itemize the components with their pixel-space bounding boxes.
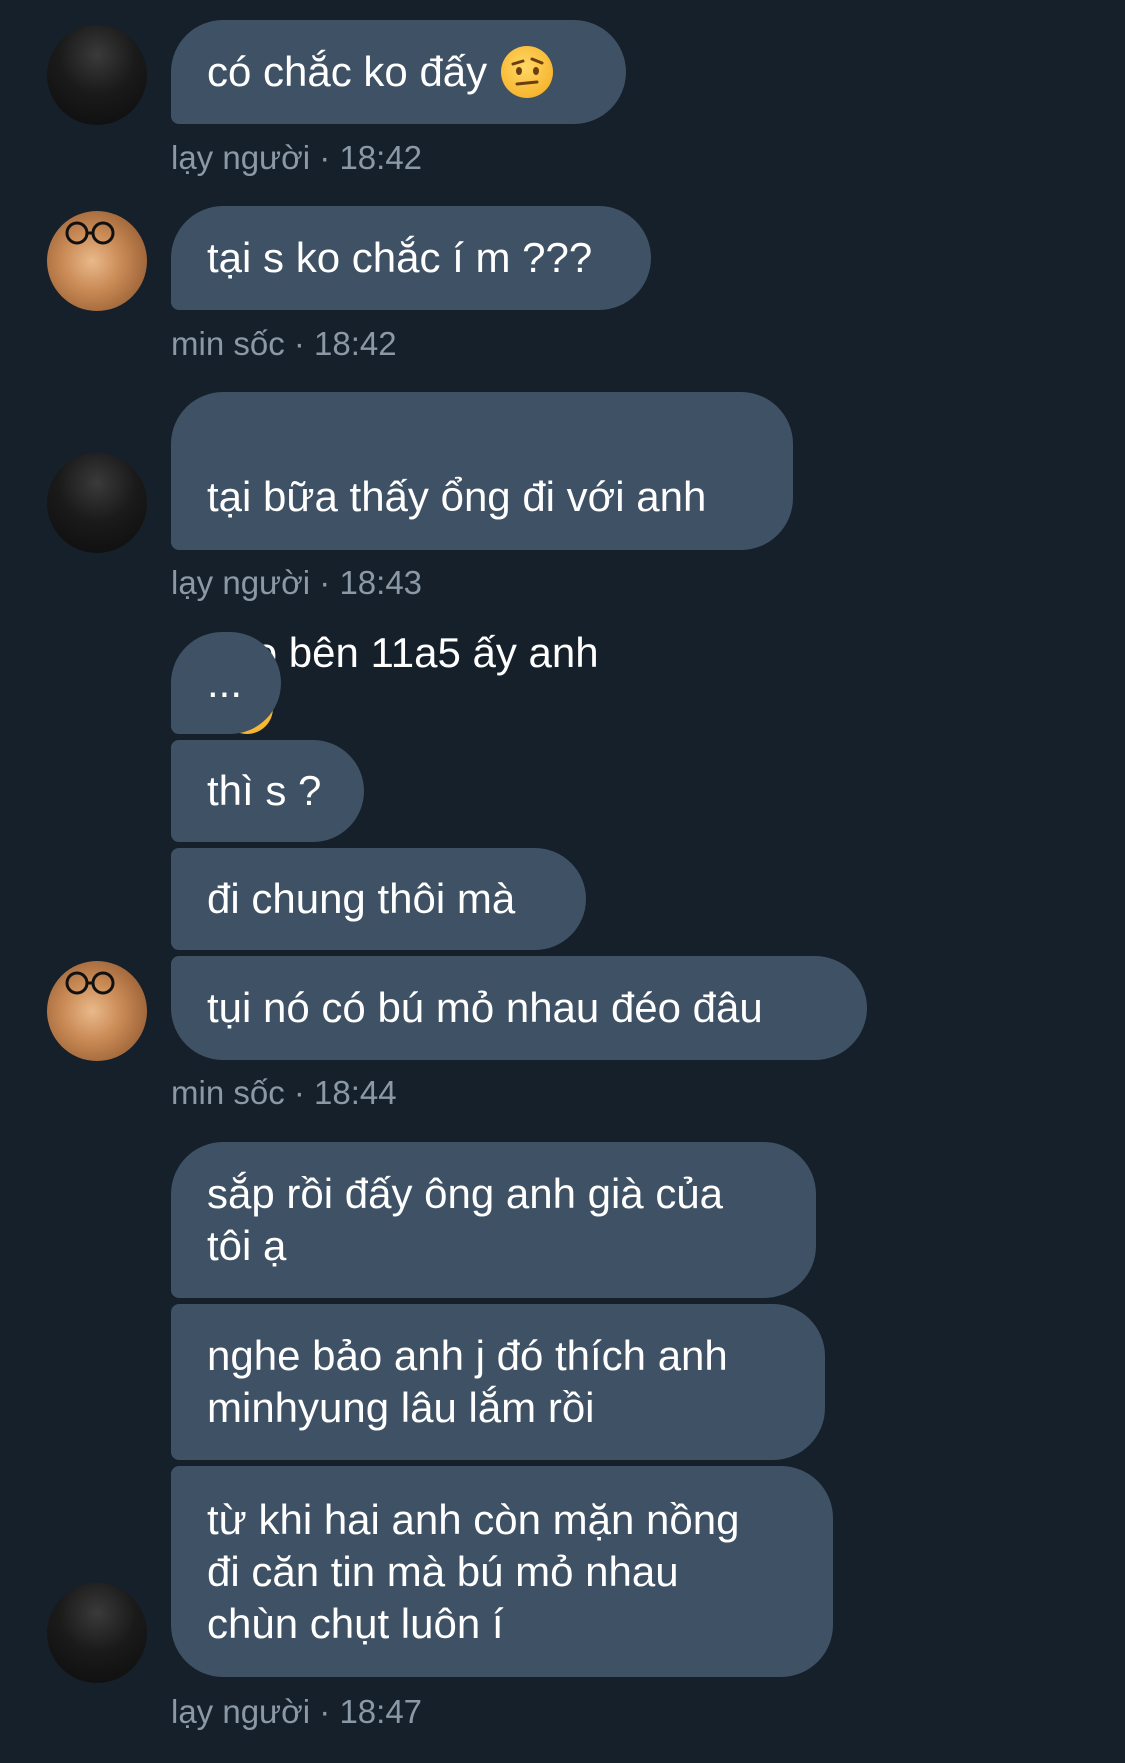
raised-eyebrow-emoji-icon (501, 46, 554, 98)
avatar[interactable] (47, 211, 147, 311)
message-bubble[interactable]: từ khi hai anh còn mặn nồng đi căn tin m… (171, 1466, 833, 1677)
message-text: tại s ko chắc í m ??? (207, 234, 593, 281)
message-bubble[interactable]: tụi nó có bú mỏ nhau đéo đâu (171, 956, 867, 1060)
message-text: từ khi hai anh còn mặn nồng đi căn tin m… (207, 1495, 740, 1647)
glasses-icon (65, 221, 115, 245)
message-text: thì s ? (207, 767, 322, 814)
message-text: ... (207, 659, 243, 706)
avatar[interactable] (47, 1583, 147, 1683)
message-line: tại bữa thấy ổng đi với anh (207, 473, 707, 520)
message-bubble[interactable]: tại s ko chắc í m ??? (171, 206, 651, 310)
chat-thread: có chắc ko đấy lạy người · 18:42 tại s k… (0, 0, 1125, 1763)
message-bubble[interactable]: đi chung thôi mà (171, 848, 586, 950)
message-bubble[interactable]: có chắc ko đấy (171, 20, 626, 124)
message-bubble[interactable]: thì s ? (171, 740, 364, 842)
message-meta: lạy người · 18:47 (171, 1693, 423, 1730)
message-bubble[interactable]: ... (171, 632, 281, 734)
message-text: có chắc ko đấy (207, 48, 488, 95)
message-bubble[interactable]: nghe bảo anh j đó thích anh minhyung lâu… (171, 1304, 825, 1460)
glasses-icon (65, 971, 115, 995)
message-bubble[interactable]: tại bữa thấy ổng đi với anh nào bên 11a5… (171, 392, 793, 734)
message-bubble[interactable]: sắp rồi đấy ông anh già của tôi ạ (171, 1142, 816, 1298)
avatar[interactable] (47, 961, 147, 1061)
message-meta: min sốc · 18:42 (171, 325, 397, 362)
message-text: đi chung thôi mà (207, 875, 516, 922)
message-meta: lạy người · 18:42 (171, 139, 423, 176)
message-text: tụi nó có bú mỏ nhau đéo đâu (207, 984, 763, 1031)
message-meta: lạy người · 18:43 (171, 564, 423, 601)
avatar[interactable] (47, 25, 147, 125)
avatar[interactable] (47, 453, 147, 553)
message-text: sắp rồi đấy ông anh già của tôi ạ (207, 1170, 724, 1269)
message-text: nghe bảo anh j đó thích anh minhyung lâu… (207, 1332, 728, 1431)
message-meta: min sốc · 18:44 (171, 1074, 397, 1111)
